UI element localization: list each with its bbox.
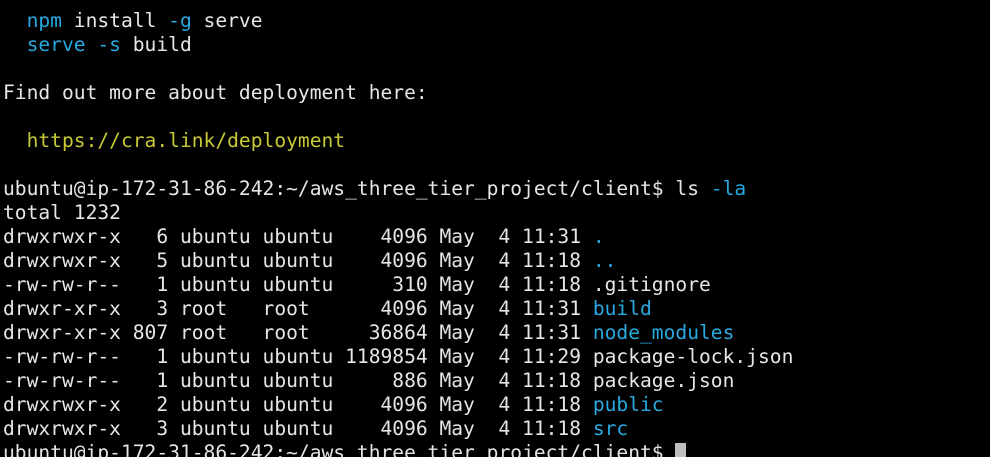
listing-row: -rw-rw-r-- 1 ubuntu ubuntu 1189854 May 4… [3,345,990,369]
prompt-line: ubuntu@ip-172-31-86-242:~/aws_three_tier… [3,177,990,201]
npm-package-name: serve [191,9,263,32]
listing-meta: drwxrwxr-x 6 ubuntu ubuntu 4096 May 4 11… [3,225,593,248]
listing-row: drwxrwxr-x 6 ubuntu ubuntu 4096 May 4 11… [3,225,990,249]
shell-prompt: ubuntu@ip-172-31-86-242:~/aws_three_tier… [3,177,664,200]
listing-meta: drwxrwxr-x 3 ubuntu ubuntu 4096 May 4 11… [3,417,593,440]
listing-name-file: .gitignore [592,273,711,296]
deployment-link-line: https://cra.link/deployment [3,129,990,153]
serve-build-arg: build [120,33,192,56]
npm-global-flag: -g [168,9,192,32]
listing-name-dir: build [592,297,652,320]
listing-name-file: package-lock.json [592,345,794,368]
terminal-window[interactable]: npm install -g serve serve -s build Find… [0,0,990,457]
ls-flag: -la [710,177,747,200]
listing-meta: drwxrwxr-x 5 ubuntu ubuntu 4096 May 4 11… [3,249,593,272]
listing-meta: -rw-rw-r-- 1 ubuntu ubuntu 1189854 May 4… [3,345,593,368]
serve-space [86,33,98,56]
npm-install-text: install [61,9,169,32]
listing-meta: drwxrwxr-x 2 ubuntu ubuntu 4096 May 4 11… [3,393,593,416]
listing-name-dir: . [592,225,605,248]
deployment-link[interactable]: https://cra.link/deployment [27,129,346,152]
listing-meta: drwxr-xr-x 807 root root 36864 May 4 11:… [3,321,593,344]
deployment-info-text: Find out more about deployment here: [3,81,428,104]
listing-meta: -rw-rw-r-- 1 ubuntu ubuntu 310 May 4 11:… [3,273,593,296]
serve-static-flag: -s [97,33,121,56]
listing-row: -rw-rw-r-- 1 ubuntu ubuntu 310 May 4 11:… [3,273,990,297]
listing-name-dir: public [592,393,664,416]
listing-row: -rw-rw-r-- 1 ubuntu ubuntu 886 May 4 11:… [3,369,990,393]
text-cursor[interactable] [675,443,687,457]
total-line: total 1232 [3,201,121,224]
shell-prompt: ubuntu@ip-172-31-86-242:~/aws_three_tier… [3,441,664,457]
serve-build-line: serve -s build [3,33,990,57]
listing-row: drwxrwxr-x 3 ubuntu ubuntu 4096 May 4 11… [3,417,990,441]
current-prompt-line[interactable]: ubuntu@ip-172-31-86-242:~/aws_three_tier… [3,441,990,457]
listing-row: drwxrwxr-x 5 ubuntu ubuntu 4096 May 4 11… [3,249,990,273]
listing-name-dir: src [592,417,629,440]
listing-row: drwxr-xr-x 3 root root 4096 May 4 11:31 … [3,297,990,321]
ls-command: ls [663,177,711,200]
listing-row: drwxr-xr-x 807 root root 36864 May 4 11:… [3,321,990,345]
listing-name-file: package.json [592,369,735,392]
listing-name-dir: node_modules [592,321,735,344]
listing-name-dir: .. [592,249,617,272]
serve-command: serve [26,33,86,56]
npm-install-line: npm install -g serve [3,9,990,33]
listing-meta: -rw-rw-r-- 1 ubuntu ubuntu 886 May 4 11:… [3,369,593,392]
listing-meta: drwxr-xr-x 3 root root 4096 May 4 11:31 [3,297,593,320]
npm-command: npm [26,9,62,32]
listing-row: drwxrwxr-x 2 ubuntu ubuntu 4096 May 4 11… [3,393,990,417]
